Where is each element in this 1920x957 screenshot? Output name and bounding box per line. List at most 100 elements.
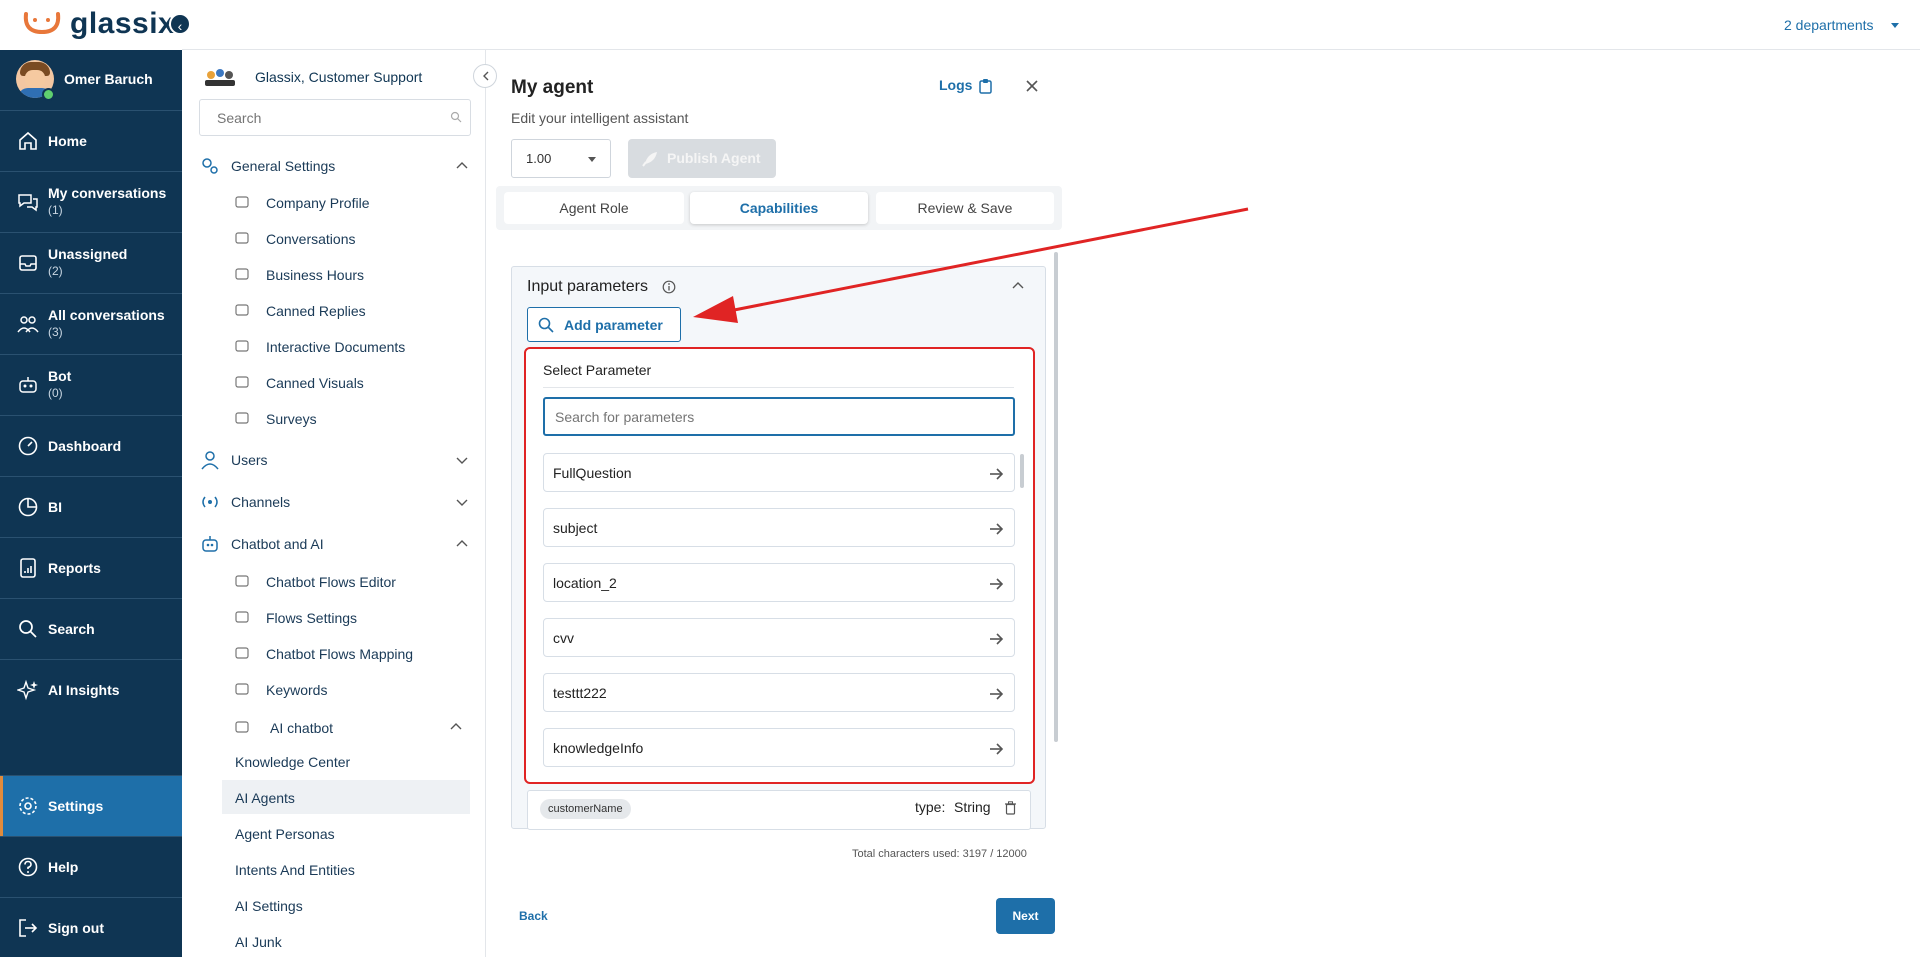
parameter-option[interactable]: knowledgeInfo [543,728,1015,767]
settings-item-canned-visuals[interactable]: Canned Visuals [234,368,474,396]
parameter-search-input[interactable] [543,397,1015,436]
logo-icon [23,12,61,35]
version-select[interactable]: 1.00 [511,139,611,178]
section-users[interactable]: Users [199,445,469,475]
collapse-panel-button[interactable] [473,64,497,88]
nav-item-sign-out[interactable]: Sign out [0,897,182,957]
settings-item-chatbot-flows-editor[interactable]: Chatbot Flows Editor [234,567,474,595]
settings-item-keywords[interactable]: Keywords [234,675,474,703]
sparkle-icon [17,679,38,701]
trash-icon[interactable] [1004,801,1017,815]
settings-item-company-profile[interactable]: Company Profile [234,188,474,216]
nav-count: (1) [48,203,63,217]
settings-item-canned-replies[interactable]: Canned Replies [234,296,474,324]
nav-item-home[interactable]: Home [0,110,182,171]
team-icon [17,316,39,333]
nav-item-bi[interactable]: BI [0,476,182,537]
settings-item-flows-settings[interactable]: Flows Settings [234,603,474,631]
settings-item-ai-chatbot[interactable]: AI chatbot [234,713,474,741]
publish-agent-button[interactable]: Publish Agent [628,139,776,178]
chevron-down-icon [456,499,468,506]
arrow-right-icon [990,468,1004,480]
nav-item-ai-insights[interactable]: AI Insights [0,659,182,720]
tab-capabilities[interactable]: Capabilities [690,192,868,224]
nav-label: Bot [48,368,72,384]
section-label: General Settings [231,158,336,174]
logo-area: glassix [0,0,182,50]
nav-label: Unassigned [48,246,128,262]
settings-item-label: Canned Visuals [266,375,364,391]
departments-selector[interactable]: 2 departments [1784,17,1874,33]
ai-item-ai-settings[interactable]: AI Settings [222,888,470,922]
nav-count: (2) [48,264,63,278]
brand-name: glassix [70,7,176,40]
section-chatbot-and-ai[interactable]: Chatbot and AI [199,529,469,559]
section-general-settings[interactable]: General Settings [199,151,469,181]
nav-item-bot[interactable]: Bot (0) [0,354,182,415]
parameter-list-scrollbar[interactable] [1020,454,1024,488]
user-profile[interactable]: Omer Baruch [0,56,182,106]
settings-search-input[interactable] [199,99,471,136]
close-icon[interactable] [1024,78,1040,94]
search-icon [538,317,554,333]
back-button[interactable]: Back [519,909,548,923]
organization-name[interactable]: Glassix, Customer Support [255,69,422,85]
ai-item-knowledge-center[interactable]: Knowledge Center [222,744,470,778]
parameter-option-label: cvv [553,630,574,646]
nav-count: (3) [48,325,63,339]
settings-item-surveys[interactable]: Surveys [234,404,474,432]
chat-bubbles-icon [235,232,249,244]
briefcase-icon [235,196,249,208]
parameter-option-label: location_2 [553,575,617,591]
section-title: Input parameters [527,278,648,295]
parameter-option-label: knowledgeInfo [553,740,644,756]
settings-item-conversations[interactable]: Conversations [234,224,474,252]
online-status-dot [42,88,55,101]
arrow-right-icon [990,743,1004,755]
collapse-nav-button[interactable]: ‹ [169,13,191,35]
parameter-option[interactable]: location_2 [543,563,1015,602]
nav-item-help[interactable]: Help [0,836,182,897]
settings-item-interactive-documents[interactable]: Interactive Documents [234,332,474,360]
robot-icon [19,377,37,393]
survey-chart-icon [235,412,249,424]
nav-item-my-conversations[interactable]: My conversations (1) [0,171,182,232]
settings-item-label: Flows Settings [266,610,358,626]
parameter-option[interactable]: FullQuestion [543,453,1015,492]
chat-bubbles-icon [18,194,38,212]
logs-button[interactable]: Logs [939,77,972,93]
tab-review-save[interactable]: Review & Save [876,192,1054,224]
nav-item-search[interactable]: Search [0,598,182,659]
ai-chip-icon [235,721,249,733]
chevron-up-icon[interactable] [1011,279,1025,293]
ai-item-agent-personas[interactable]: Agent Personas [222,816,470,850]
magic-wand-icon [235,376,249,388]
sign-out-icon [19,919,38,937]
nav-label: Sign out [48,920,104,936]
next-button[interactable]: Next [996,898,1055,934]
parameter-option[interactable]: subject [543,508,1015,547]
nav-item-unassigned[interactable]: Unassigned (2) [0,232,182,293]
settings-item-label: Company Profile [266,195,370,211]
ai-item-ai-agents[interactable]: AI Agents [222,780,470,814]
ai-item-intents-and-entities[interactable]: Intents And Entities [222,852,470,886]
chevron-up-icon[interactable] [449,720,463,734]
keyword-search-icon [235,683,249,695]
nav-item-settings[interactable]: Settings [0,775,182,836]
section-channels[interactable]: Channels [199,487,469,517]
tab-agent-role[interactable]: Agent Role [504,192,684,224]
interactive-documents-icon [235,340,249,352]
clipboard-icon[interactable] [979,78,992,94]
nav-item-dashboard[interactable]: Dashboard [0,415,182,476]
parameter-option[interactable]: cvv [543,618,1015,657]
info-icon[interactable] [662,280,676,294]
settings-item-business-hours[interactable]: Business Hours [234,260,474,288]
add-parameter-button[interactable]: Add parameter [527,307,681,342]
chevron-down-icon[interactable] [1891,23,1899,28]
ai-item-ai-junk[interactable]: AI Junk [222,924,470,957]
parameter-option[interactable]: testtt222 [543,673,1015,712]
nav-item-all-conversations[interactable]: All conversations (3) [0,293,182,354]
content-scrollbar[interactable] [1054,252,1058,742]
nav-item-reports[interactable]: Reports [0,537,182,598]
settings-item-chatbot-flows-mapping[interactable]: Chatbot Flows Mapping [234,639,474,667]
